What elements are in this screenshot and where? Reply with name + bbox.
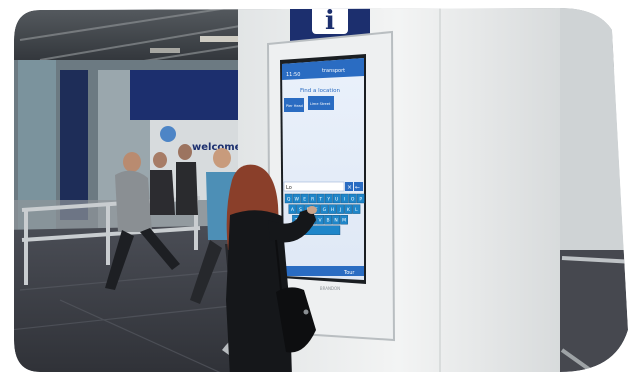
backspace-icon: ←	[355, 184, 360, 191]
key-label-t: T	[318, 196, 322, 202]
kiosk-time: 11:50	[286, 72, 300, 78]
key-label-h: H	[331, 207, 334, 213]
key-label-o: O	[351, 196, 355, 202]
key-label-p: P	[359, 196, 362, 202]
key-label-b: B	[327, 218, 330, 224]
key-label-w: W	[294, 196, 299, 202]
photo-frame: welcome i 11:50 transport Find a locatio…	[14, 6, 628, 372]
kiosk-search-input-value: Lo	[286, 185, 292, 191]
kiosk-footer-label[interactable]: Tour	[343, 270, 355, 276]
key-label-j: J	[339, 207, 341, 213]
key-label-i: I	[344, 196, 345, 202]
suggestion-button-2-label: Lime Street	[310, 102, 331, 106]
photo-illustration: welcome i 11:50 transport Find a locatio…	[0, 0, 635, 377]
photo-scene: welcome i 11:50 transport Find a locatio…	[0, 0, 635, 377]
key-label-y: Y	[326, 196, 330, 202]
kiosk-search-title: Find a location	[300, 88, 340, 94]
suggestion-button-1-label: Pier Head	[286, 104, 303, 108]
kiosk-brand: BRANDON	[320, 286, 340, 291]
key-label-u: U	[335, 196, 338, 202]
info-sign-glyph: i	[325, 6, 335, 36]
navy-sign	[130, 70, 240, 120]
key-label-m: M	[342, 218, 346, 224]
kiosk-search-input[interactable]	[283, 181, 345, 192]
kiosk-screen: 11:50 transport Find a location Pier Hea…	[282, 58, 365, 280]
key-label-n: N	[334, 218, 337, 224]
blue-banner-left	[60, 70, 88, 220]
kiosk-logo: transport	[322, 68, 345, 74]
key-label-r: R	[311, 196, 314, 202]
key-label-q: Q	[287, 196, 291, 202]
close-icon: ×	[347, 184, 352, 191]
key-label-e: E	[303, 196, 306, 202]
key-label-g: G	[323, 207, 327, 213]
